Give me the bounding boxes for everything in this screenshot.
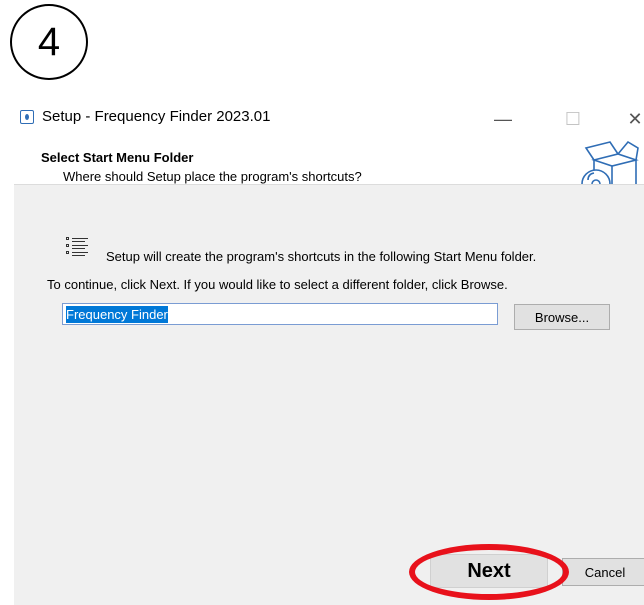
page-title: Select Start Menu Folder — [41, 150, 194, 165]
app-icon — [20, 110, 34, 124]
setup-window: Setup - Frequency Finder 2023.01 — ☐ ✕ S… — [14, 100, 644, 605]
next-button[interactable]: Next — [430, 554, 548, 588]
minimize-button[interactable]: — — [480, 100, 526, 138]
minimize-icon: — — [494, 108, 512, 129]
folder-input-value: Frequency Finder — [66, 306, 168, 323]
close-icon: ✕ — [627, 108, 643, 129]
step-number: 4 — [37, 19, 61, 64]
maximize-button[interactable]: ☐ — [550, 100, 596, 138]
start-menu-folder-input[interactable]: Frequency Finder — [62, 303, 498, 325]
browse-button[interactable]: Browse... — [514, 304, 610, 330]
list-icon — [66, 237, 88, 256]
instruction-text: To continue, click Next. If you would li… — [47, 277, 508, 292]
close-button[interactable]: ✕ — [612, 100, 644, 138]
cancel-button[interactable]: Cancel — [562, 558, 644, 586]
title-bar: Setup - Frequency Finder 2023.01 — ☐ ✕ — [14, 100, 644, 138]
info-text: Setup will create the program's shortcut… — [106, 249, 537, 264]
step-number-badge: 4 — [10, 4, 88, 80]
window-title: Setup - Frequency Finder 2023.01 — [42, 108, 271, 125]
maximize-icon: ☐ — [564, 108, 582, 129]
wizard-footer: Next Cancel — [14, 537, 644, 605]
wizard-header: Select Start Menu Folder Where should Se… — [14, 138, 644, 199]
wizard-body: Setup will create the program's shortcut… — [14, 184, 644, 539]
page-subtitle: Where should Setup place the program's s… — [63, 169, 362, 184]
